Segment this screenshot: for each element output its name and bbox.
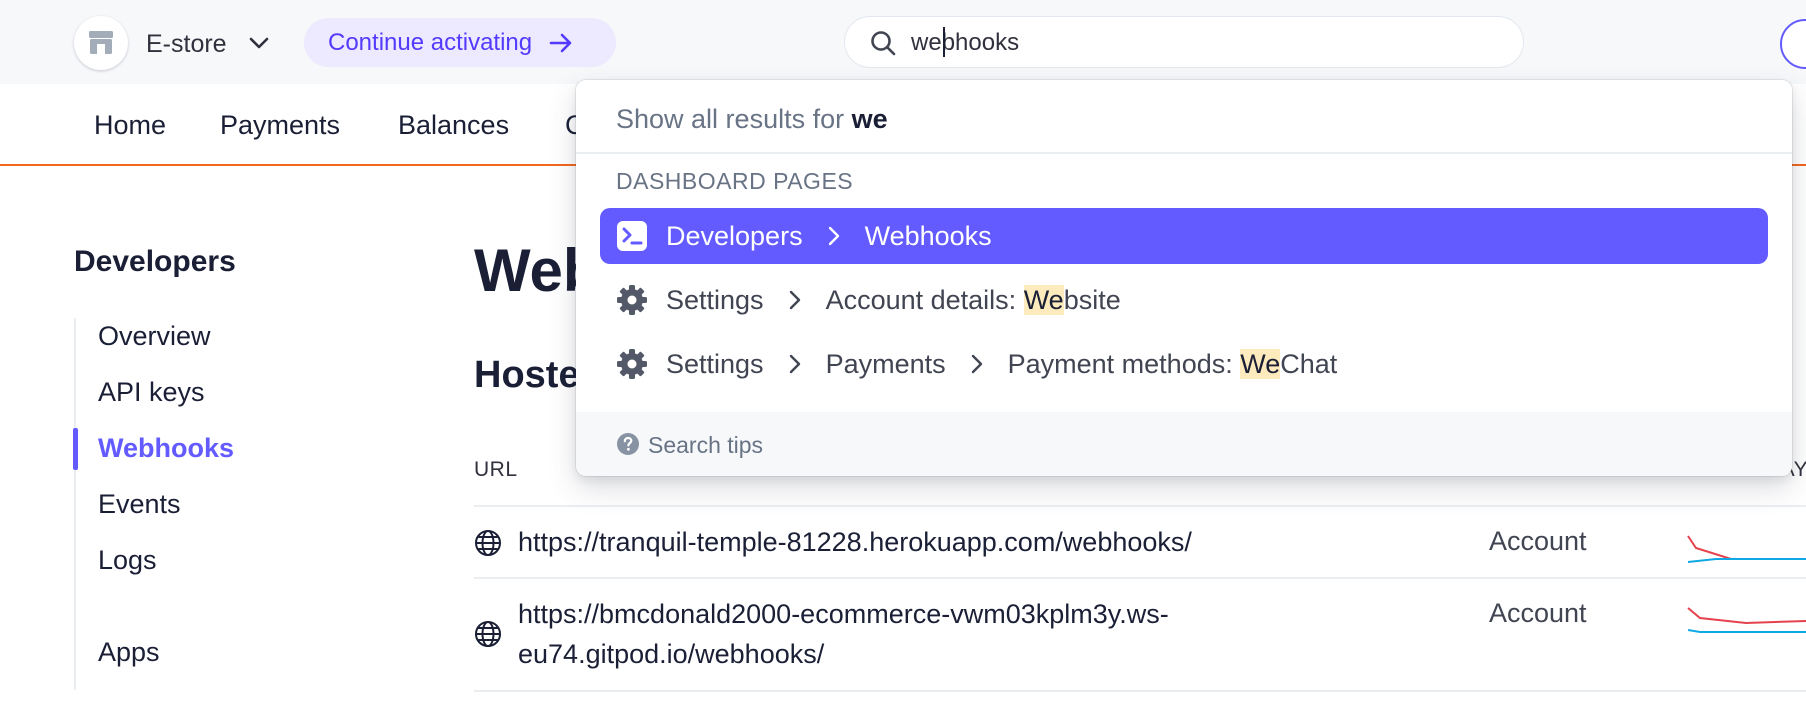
continue-activating-label: Continue activating [328,28,533,56]
result-page-prefix: Account details: [825,284,1024,315]
dropdown-section-label: DASHBOARD PAGES [616,168,854,194]
nav-item-payments[interactable]: Payments [220,110,340,141]
sidebar-item-webhooks[interactable]: Webhooks [98,433,234,464]
sidebar-rail [74,318,76,690]
sidebar-item-api-keys[interactable]: API keys [98,377,205,408]
result-crumb: Settings [666,284,764,315]
match-highlight: We [1240,348,1281,379]
gear-icon [617,285,647,315]
column-header-url: URL [474,458,518,481]
chevron-right-icon [789,290,800,310]
search-input[interactable]: webhooks [844,16,1524,68]
table-divider [474,505,1806,507]
arrow-right-icon [549,33,572,52]
result-page-prefix: Payment methods: [1007,348,1241,379]
result-page: Payment methods: WeChat [1007,348,1338,380]
show-all-prefix: Show all results for [616,104,845,134]
table-divider [474,577,1806,579]
search-result-developers-webhooks[interactable]: Developers Webhooks [600,208,1768,264]
show-all-query: we [851,104,888,134]
chevron-right-icon [971,354,982,374]
dropdown-footer: Search tips [576,412,1792,476]
search-value: webhooks [911,29,1019,57]
search-results-dropdown: Show all results for we DASHBOARD PAGES … [576,80,1792,476]
webhook-url[interactable]: https://tranquil-temple-81228.herokuapp.… [518,522,1278,562]
terminal-icon [617,221,647,251]
result-crumb: Payments [825,348,946,379]
webhook-url[interactable]: https://bmcdonald2000-ecommerce-vwm03kpl… [518,594,1278,674]
sidebar-active-indicator [73,428,78,470]
sparkline-chart [1687,535,1806,563]
top-bar: E-store Continue activating webhooks [0,0,1806,84]
sidebar-title: Developers [74,245,236,278]
match-highlight: We [1023,284,1064,315]
gear-icon [617,349,647,379]
question-circle-icon [617,433,639,455]
globe-icon [475,621,501,647]
nav-item-home[interactable]: Home [94,110,166,141]
chevron-down-icon[interactable] [246,30,272,56]
search-value-typed: we [911,29,942,56]
chevron-right-icon [828,226,839,246]
store-logo[interactable] [74,16,128,70]
table-divider [474,690,1806,692]
avatar[interactable] [1780,19,1806,69]
webhook-type: Account [1489,526,1587,556]
section-title: Hoste [474,354,580,396]
sidebar-item-logs[interactable]: Logs [98,545,157,576]
continue-activating-button[interactable]: Continue activating [304,18,616,67]
search-tips-link[interactable]: Search tips [648,432,763,459]
search-result-payment-methods-wechat[interactable]: Settings Payments Payment methods: WeCha… [600,336,1768,392]
sidebar-item-apps[interactable]: Apps [98,637,160,668]
result-crumb: Webhooks [864,220,992,251]
search-icon [871,31,896,56]
globe-icon [475,530,501,556]
webhook-type: Account [1489,598,1587,628]
dropdown-divider [576,152,1792,154]
sidebar-item-overview[interactable]: Overview [98,321,211,352]
chevron-right-icon [789,354,800,374]
result-crumb: Developers [666,220,803,251]
sidebar-item-events[interactable]: Events [98,489,181,520]
text-caret [943,27,945,57]
search-result-account-details-website[interactable]: Settings Account details: Website [600,272,1768,328]
result-page: Account details: Website [825,284,1121,316]
account-name[interactable]: E-store [146,30,227,59]
nav-item-balances[interactable]: Balances [398,110,509,141]
result-page-suffix: Chat [1280,348,1338,379]
store-icon [89,31,113,54]
show-all-results-link[interactable]: Show all results for we [616,104,888,135]
sparkline-chart [1687,607,1806,633]
result-crumb: Settings [666,348,764,379]
search-value-autocomplete: bhooks [941,29,1020,56]
result-page-suffix: bsite [1063,284,1121,315]
